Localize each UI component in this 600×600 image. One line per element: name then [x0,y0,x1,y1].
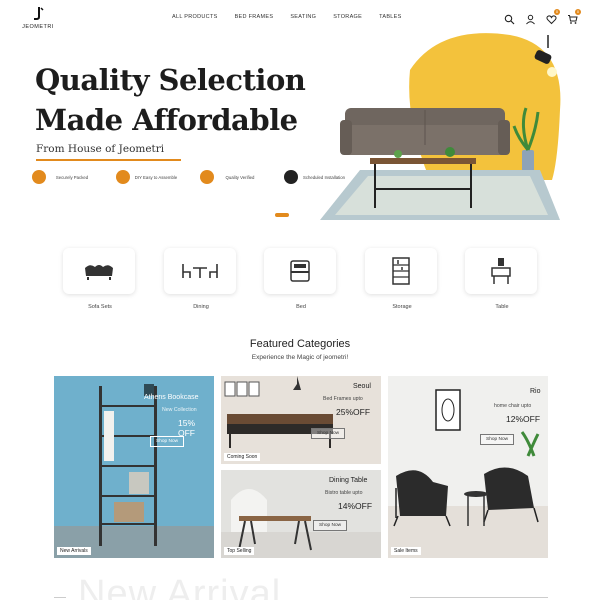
hero-subtitle: From House of Jeometri [36,143,165,155]
table-icon [491,258,511,284]
logo-mark-icon [18,6,58,23]
category-table[interactable]: Table [465,248,539,310]
card-discount: 25%OFF [336,407,371,417]
section-divider-left [54,597,66,598]
main-nav: ALL PRODUCTS BED FRAMES SEATING STORAGE … [172,14,402,20]
wishlist-icon[interactable]: 0 [546,9,560,25]
category-sofa-sets[interactable]: Sofa Sets [63,248,137,310]
nav-tables[interactable]: TABLES [379,14,401,20]
category-tile [365,248,437,294]
card-subtitle: Bed Frames upto [323,396,363,402]
shop-now-button[interactable]: Shop Now [311,428,346,439]
card-title: Dining Table [329,477,368,484]
cart-icon[interactable]: 0 [567,9,581,24]
card-title: Rio [530,388,541,395]
category-shortcuts: Sofa Sets Dining Bed Storage Table [63,248,543,318]
category-label: Dining [193,304,209,310]
card-seoul[interactable]: Seoul Bed Frames upto 25%OFF Shop Now Co… [221,376,381,464]
brand-name: JEOMETRI [22,24,54,30]
card-dining-table[interactable]: Dining Table Bistro table upto 14%OFF Sh… [221,470,381,558]
card-tag: Sale Items [391,547,421,555]
card-discount: 14%OFF [338,501,373,511]
card-rio[interactable]: Rio home chair upto 12%OFF Shop Now Sale… [388,376,548,558]
category-tile [63,248,135,294]
card-discount: 12%OFF [506,414,541,424]
featured-subtitle: Experience the Magic of jeometri! [251,354,349,361]
hero-underline [36,159,181,161]
nav-bed-frames[interactable]: BED FRAMES [235,14,274,20]
bed-icon [290,260,310,282]
nav-seating[interactable]: SEATING [290,14,316,20]
card-tag: Coming Soon [224,453,261,461]
feature-label: DIY Easy to Assemble [134,174,178,180]
category-label: Bed [296,304,306,310]
hero-image [290,30,590,230]
section-divider-right [410,597,548,598]
category-tile [465,248,537,294]
feature-securely-packed: Securely Packed [32,170,116,184]
card-discount: 15% OFF [178,418,196,438]
wishlist-count-badge: 0 [554,9,560,15]
card-tag: New Arrivals [57,547,91,555]
shop-now-button[interactable]: Shop Now [313,520,348,531]
card-tag: Top Selling [224,547,255,555]
card-subtitle: home chair upto [494,403,532,409]
user-icon[interactable] [525,12,536,25]
bookcase-image [54,376,214,558]
category-tile [264,248,336,294]
dining-icon [182,264,218,278]
category-bed[interactable]: Bed [264,248,338,310]
page: JEOMETRI ALL PRODUCTS BED FRAMES SEATING… [0,0,600,600]
feature-easy-assemble: DIY Easy to Assemble [116,170,200,184]
feature-label: Quality Verified [225,174,255,180]
storage-icon [392,257,410,285]
category-tile [164,248,236,294]
shop-now-button[interactable]: Shop Now [480,434,515,445]
sofa-icon [85,265,113,280]
feature-label: Securely Packed [55,174,89,180]
nav-storage[interactable]: STORAGE [333,14,362,20]
category-label: Storage [392,304,412,310]
box-icon [32,170,46,184]
card-subtitle: New Collection [162,407,197,413]
badge-icon [200,170,214,184]
nav-all-products[interactable]: ALL PRODUCTS [172,14,218,20]
header: JEOMETRI ALL PRODUCTS BED FRAMES SEATING… [0,0,600,34]
logo[interactable]: JEOMETRI [18,6,58,30]
category-label: Table [495,304,509,310]
featured-title: Featured Categories [249,338,351,350]
card-athens-bookcase[interactable]: Athens Bookcase New Collection 15% OFF S… [54,376,214,558]
category-dining[interactable]: Dining [164,248,238,310]
category-label: Sofa Sets [88,304,112,310]
hero-title-line1: Quality Selection [35,63,306,97]
cart-count-badge: 0 [575,9,581,15]
category-storage[interactable]: Storage [365,248,439,310]
feature-quality-verified: Quality Verified [200,170,284,184]
new-arrival-heading: New Arrival [78,573,282,600]
header-actions: 0 0 [504,9,581,25]
card-subtitle: Bistro table upto [325,490,363,496]
hero-carousel-indicator[interactable] [275,213,289,217]
tools-icon [116,170,130,184]
hero-title: Quality Selection Made Affordable [35,60,306,140]
hero-title-line2: Made Affordable [35,103,298,137]
search-icon[interactable] [504,12,515,25]
card-title: Athens Bookcase [144,394,199,401]
shop-now-button[interactable]: Shop Now [150,436,185,447]
card-title: Seoul [353,383,371,390]
